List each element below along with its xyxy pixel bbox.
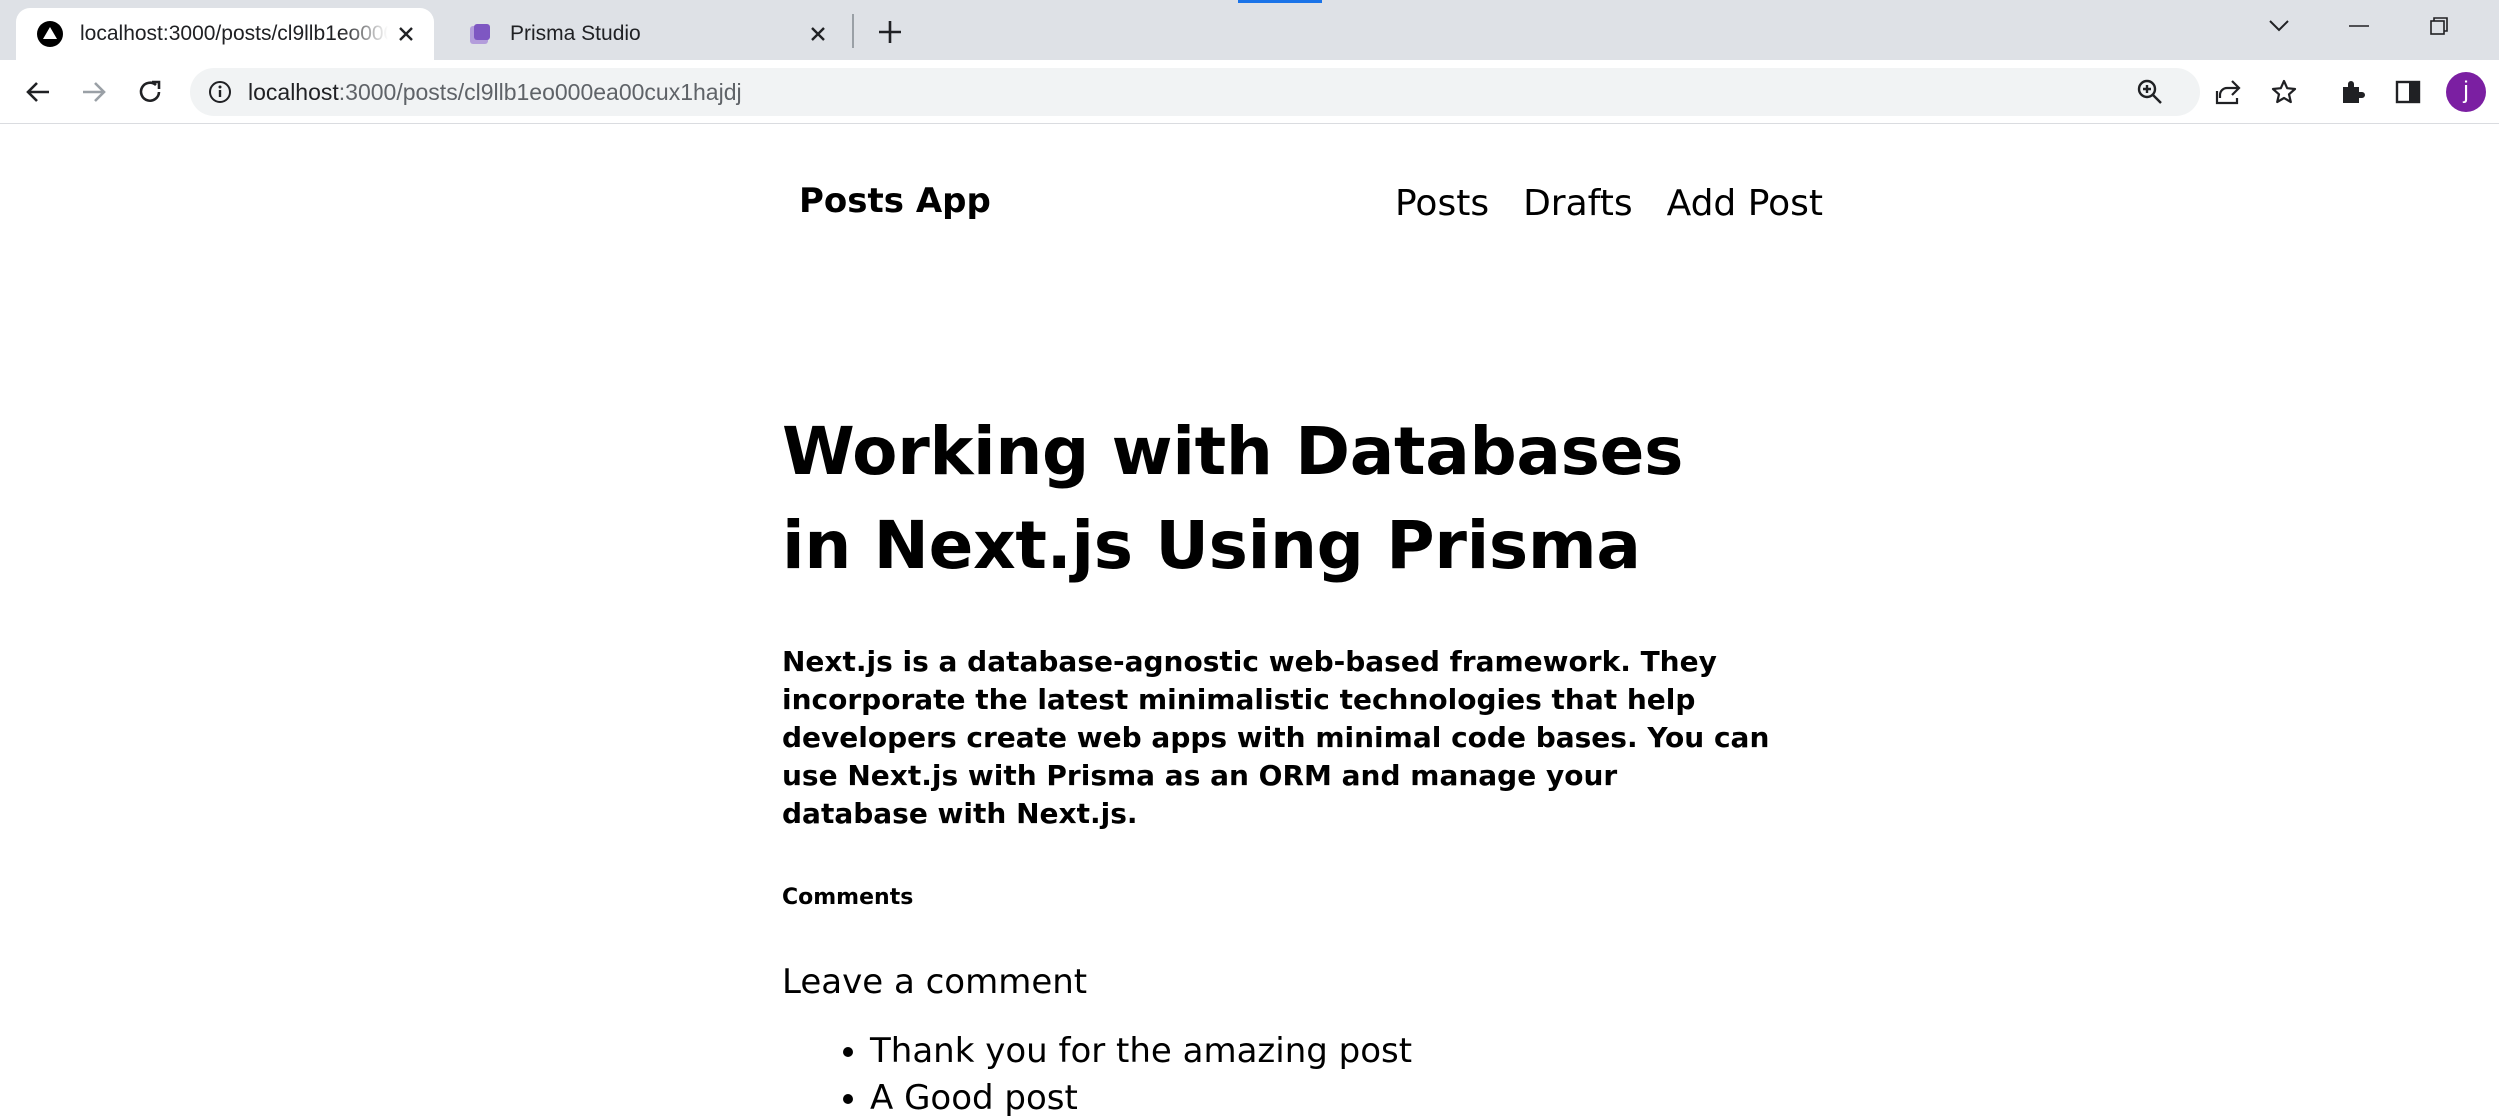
nav-posts-link[interactable]: Posts	[1395, 183, 1489, 224]
tab-title: Prisma Studio	[510, 22, 641, 45]
tab-search-button[interactable]	[2244, 0, 2314, 52]
url-text[interactable]: localhost:3000/posts/cl9llb1eo000ea00cux…	[248, 68, 742, 116]
web-page: Posts App Posts Drafts Add Post Working …	[0, 125, 2499, 1120]
chevron-down-icon	[2269, 20, 2289, 32]
browser-toolbar: localhost:3000/posts/cl9llb1eo000ea00cux…	[0, 60, 2499, 124]
side-panel-button[interactable]	[2388, 72, 2428, 112]
arrow-right-icon	[83, 82, 106, 102]
forward-button[interactable]	[74, 72, 114, 112]
post-body: Next.js is a database-agnostic web-based…	[782, 645, 1770, 830]
share-icon	[2215, 80, 2241, 105]
tab-strip-indicator	[1238, 0, 1322, 3]
puzzle-icon	[2343, 81, 2365, 103]
profile-avatar[interactable]: j	[2446, 72, 2486, 112]
address-bar[interactable]: localhost:3000/posts/cl9llb1eo000ea00cux…	[190, 68, 2200, 116]
share-button[interactable]	[2208, 72, 2248, 112]
comments-heading: Comments	[782, 885, 914, 910]
minimize-icon	[2349, 25, 2369, 27]
close-tab-icon[interactable]	[800, 16, 836, 52]
bookmark-button[interactable]	[2264, 72, 2304, 112]
extensions-button[interactable]	[2332, 72, 2372, 112]
comment-item: A Good post	[870, 1075, 1772, 1120]
tab-prisma-studio[interactable]: Prisma Studio	[446, 8, 846, 60]
restore-button[interactable]	[2404, 0, 2474, 52]
back-button[interactable]	[18, 72, 58, 112]
side-panel-icon	[2395, 80, 2421, 104]
browser-tab-strip: localhost:3000/posts/cl9llb1eo000ea00cux…	[0, 0, 2499, 60]
comment-list: Thank you for the amazing post A Good po…	[870, 1028, 1772, 1120]
url-host: localhost	[248, 79, 339, 105]
reload-button[interactable]	[130, 72, 170, 112]
reload-icon	[139, 80, 161, 102]
leave-comment-link[interactable]: Leave a comment	[782, 962, 1772, 1002]
plus-icon	[879, 21, 901, 43]
zoom-icon[interactable]	[2132, 74, 2168, 110]
site-brand[interactable]: Posts App	[799, 181, 991, 221]
restore-icon	[2430, 17, 2448, 35]
prisma-studio-icon	[470, 24, 490, 44]
post-article: Working with Databases in Next.js Using …	[782, 405, 1772, 1120]
nextjs-triangle-icon	[37, 21, 63, 47]
star-icon	[2271, 79, 2297, 104]
new-tab-button[interactable]	[870, 12, 910, 52]
comment-item: Thank you for the amazing post	[870, 1028, 1772, 1075]
tab-separator	[852, 14, 854, 48]
close-tab-icon[interactable]	[388, 16, 424, 52]
nav-drafts-link[interactable]: Drafts	[1523, 183, 1633, 224]
tab-title: localhost:3000/posts/cl9llb1eo000ea00cux…	[80, 22, 388, 45]
nav-add-post-link[interactable]: Add Post	[1667, 183, 1823, 224]
post-title: Working with Databases in Next.js Using …	[782, 413, 1684, 584]
main-nav: Posts Drafts Add Post	[1395, 183, 1823, 224]
minimize-button[interactable]	[2324, 0, 2394, 52]
arrow-left-icon	[26, 82, 49, 102]
info-icon[interactable]	[204, 76, 236, 108]
tab-active-post[interactable]: localhost:3000/posts/cl9llb1eo000ea00cux…	[16, 8, 434, 60]
url-path: :3000/posts/cl9llb1eo000ea00cux1hajdj	[338, 79, 742, 105]
